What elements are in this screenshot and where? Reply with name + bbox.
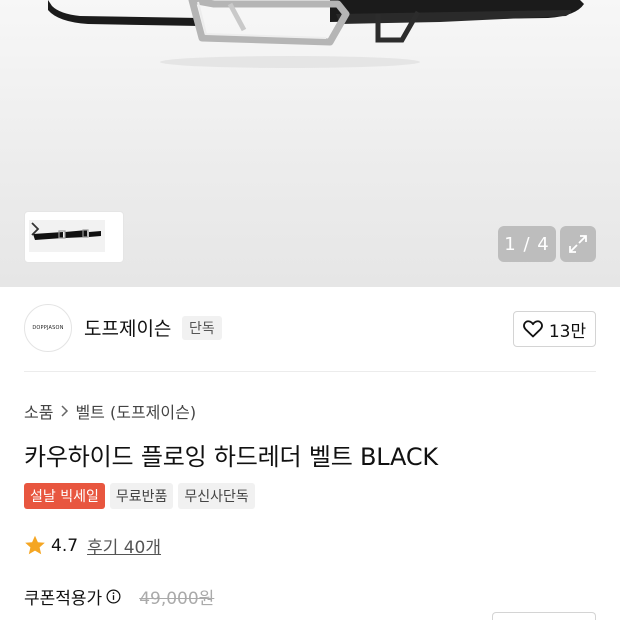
review-count-link[interactable]: 후기 40개 xyxy=(87,533,161,558)
info-icon[interactable] xyxy=(106,589,121,604)
brand-name[interactable]: 도프제이슨 xyxy=(84,314,171,341)
image-pager: 1 / 4 xyxy=(498,226,556,262)
rating-row: 4.7 후기 40개 xyxy=(24,533,161,558)
product-title: 카우하이드 플로잉 하드레더 벨트 BLACK xyxy=(24,443,438,471)
badge-list: 설날 빅세일 무료반품 무신사단독 xyxy=(24,483,255,509)
original-price: 49,000원 xyxy=(139,589,215,609)
badge-exclusive: 무신사단독 xyxy=(178,483,255,509)
chevron-right-icon[interactable] xyxy=(29,220,41,238)
chevron-right-icon xyxy=(61,405,69,417)
expand-icon xyxy=(569,235,587,253)
breadcrumb-subcategory[interactable]: 벨트 (도프제이슨) xyxy=(75,399,196,423)
brand-logo[interactable]: DOPPJASON xyxy=(24,304,72,352)
brand-exclusive-tag: 단독 xyxy=(182,316,222,340)
price-label: 쿠폰적용가 xyxy=(24,589,103,609)
badge-sale: 설날 빅세일 xyxy=(24,483,105,509)
like-count: 13만 xyxy=(548,321,587,342)
star-icon xyxy=(25,535,45,555)
divider xyxy=(24,371,596,372)
badge-free-return: 무료반품 xyxy=(109,483,174,509)
price-row: 쿠폰적용가 49,000원 xyxy=(24,584,214,609)
coupon-button[interactable] xyxy=(492,612,596,620)
expand-button[interactable] xyxy=(560,226,596,262)
thumbnail-strip[interactable] xyxy=(24,211,124,263)
breadcrumb-category[interactable]: 소품 xyxy=(24,399,53,423)
rating-score: 4.7 xyxy=(51,535,79,556)
heart-outline-icon xyxy=(522,320,543,338)
brand-row: DOPPJASON 도프제이슨 단독 13만 xyxy=(24,304,596,352)
breadcrumb: 소품 벨트 (도프제이슨) xyxy=(24,399,196,423)
product-gallery[interactable]: 1 / 4 xyxy=(0,0,620,287)
like-button[interactable]: 13만 xyxy=(513,311,596,347)
